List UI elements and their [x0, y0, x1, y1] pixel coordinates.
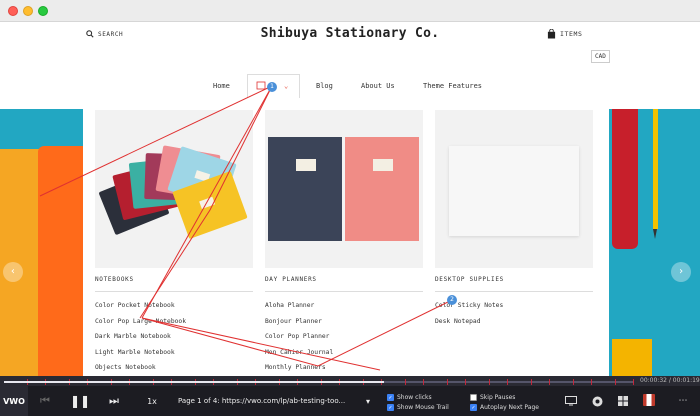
pause-icon[interactable]: ❚❚ — [66, 386, 94, 416]
chrome-icon — [590, 394, 604, 408]
menu-heading-day-planners: DAY PLANNERS — [265, 276, 423, 292]
shop-mega-menu: NOTEBOOKS Color Pocket Notebook Color Po… — [83, 98, 609, 376]
chevron-down-icon: ⌄ — [284, 82, 289, 90]
menu-link[interactable]: Bonjour Planner — [265, 314, 423, 330]
menu-link[interactable]: Desk Notepad — [435, 314, 593, 330]
menu-link[interactable]: Light Marble Notebook — [95, 345, 253, 361]
menu-column-day-planners: DAY PLANNERS Aloha Planner Bonjour Plann… — [265, 110, 423, 376]
main-nav: Home Blog About Us Theme Features — [0, 74, 700, 98]
hero-prev-arrow-icon[interactable]: ‹ — [3, 262, 23, 282]
day-planners-image[interactable] — [265, 110, 423, 268]
playback-time: 00:00:32 / 00:01:19 — [640, 377, 700, 384]
skip-pauses-checkbox[interactable]: Skip Pauses — [470, 394, 515, 401]
show-clicks-checkbox[interactable]: ✓ Show clicks — [387, 394, 432, 401]
shopping-bag-icon — [547, 29, 556, 39]
session-player-bar: 00:00:32 / 00:01:19 VWO ⏮ ❚❚ ⏭ 1x Page 1… — [0, 376, 700, 416]
red-case-image — [612, 109, 638, 249]
menu-link[interactable]: Monthly Planners — [265, 360, 423, 376]
timeline-track[interactable]: 00:00:32 / 00:01:19 — [0, 376, 700, 386]
menu-link[interactable]: Objects Notebook — [95, 360, 253, 376]
nav-item-theme-features[interactable]: Theme Features — [423, 82, 482, 90]
flag-icon — [643, 394, 655, 406]
menu-column-notebooks: NOTEBOOKS Color Pocket Notebook Color Po… — [95, 110, 253, 376]
click-badge-1: 1 — [267, 82, 277, 92]
click-badge-2: 2 — [447, 295, 457, 305]
hero-next-arrow-icon[interactable]: › — [671, 262, 691, 282]
notebooks-image[interactable] — [95, 110, 253, 268]
timeline-progress — [4, 381, 384, 383]
menu-link[interactable]: Aloha Planner — [265, 298, 423, 314]
nav-item-home[interactable]: Home — [213, 82, 230, 90]
playback-speed-button[interactable]: 1x — [140, 386, 164, 416]
minimize-window-button[interactable] — [23, 6, 33, 16]
next-page-icon[interactable]: ⏭ — [100, 386, 128, 416]
menu-heading-notebooks: NOTEBOOKS — [95, 276, 253, 292]
windows-icon — [616, 394, 630, 408]
maximize-window-button[interactable] — [38, 6, 48, 16]
menu-link[interactable]: Color Sticky Notes — [435, 298, 593, 314]
autoplay-next-page-checkbox[interactable]: ✓ Autoplay Next Page — [470, 404, 539, 411]
pencil-image — [653, 109, 658, 229]
site-brand[interactable]: Shibuya Stationary Co. — [0, 26, 700, 41]
menu-link[interactable]: Color Pop Planner — [265, 329, 423, 345]
menu-column-desktop-supplies: DESKTOP SUPPLIES Color Sticky Notes Desk… — [435, 110, 593, 329]
yellow-box-image — [612, 339, 652, 376]
page-selector[interactable]: Page 1 of 4: https://vwo.com/lp/ab-testi… — [178, 386, 378, 416]
nav-item-blog[interactable]: Blog — [316, 82, 333, 90]
menu-link[interactable]: Color Pocket Notebook — [95, 298, 253, 314]
page-dropdown-icon[interactable]: ▾ — [362, 386, 374, 416]
menu-link[interactable]: Mon Cahier Journal — [265, 345, 423, 361]
previous-page-icon[interactable]: ⏮ — [30, 386, 60, 416]
more-icon[interactable]: ⋯ — [676, 394, 690, 408]
show-mouse-trail-checkbox[interactable]: ✓ Show Mouse Trail — [387, 404, 449, 411]
desktop-icon — [564, 394, 578, 408]
menu-heading-desktop-supplies: DESKTOP SUPPLIES — [435, 276, 593, 292]
page-info-label: Page 1 of 4: https://vwo.com/lp/ab-testi… — [178, 397, 346, 405]
window-titlebar — [0, 0, 700, 22]
orange-notebook-image — [38, 146, 84, 376]
menu-link[interactable]: Dark Marble Notebook — [95, 329, 253, 345]
desktop-supplies-image[interactable] — [435, 110, 593, 268]
nav-item-about-us[interactable]: About Us — [361, 82, 395, 90]
vwo-logo: VWO — [0, 386, 28, 416]
currency-selector[interactable]: CAD — [591, 50, 610, 63]
cart-link[interactable]: ITEMS — [547, 29, 583, 39]
close-window-button[interactable] — [8, 6, 18, 16]
cart-label: ITEMS — [560, 30, 583, 38]
menu-link[interactable]: Color Pop Large Notebook — [95, 314, 253, 330]
